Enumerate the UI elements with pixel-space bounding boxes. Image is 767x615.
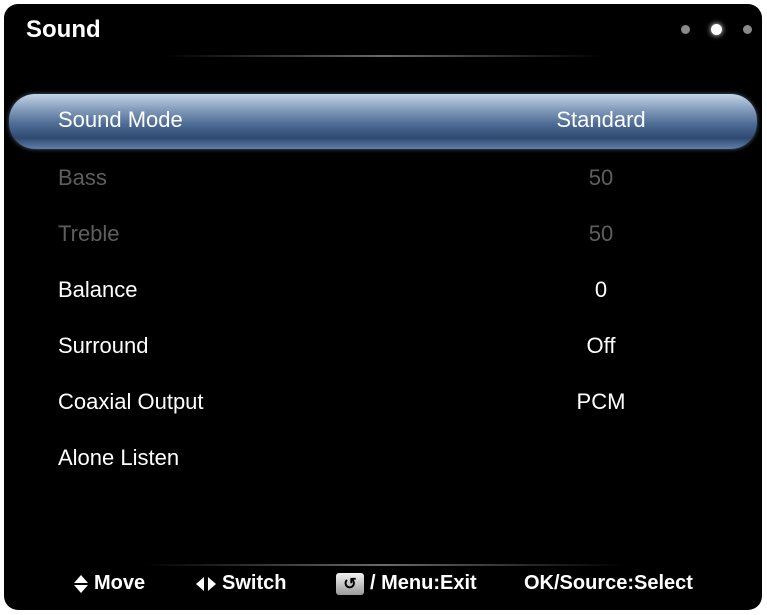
page-dot	[743, 25, 752, 34]
menu-item-label: Coaxial Output	[58, 389, 204, 414]
menu-item-value: 0	[594, 277, 608, 302]
title-divider	[164, 55, 604, 57]
menu-item-value: Off	[586, 333, 616, 358]
hint-select-label: OK/Source:Select	[524, 572, 693, 594]
hint-select: OK/Source:Select	[524, 572, 693, 595]
menu-item-label: Balance	[58, 277, 138, 302]
menu-item-value: PCM	[576, 389, 626, 414]
page-dot-active	[711, 24, 722, 35]
menu-item-label: Bass	[58, 165, 107, 190]
page-indicator	[681, 24, 752, 35]
menu-item-label: Sound Mode	[58, 107, 183, 132]
hint-switch-label: Switch	[222, 572, 287, 594]
return-icon: ↺	[336, 572, 364, 595]
left-right-arrows-icon	[196, 576, 216, 591]
menu-item-bass: Bass 50	[4, 151, 762, 207]
page-dot	[681, 25, 690, 34]
hint-move-label: Move	[94, 572, 146, 594]
menu-item-value: 50	[588, 165, 614, 190]
menu-item-label: Alone Listen	[58, 445, 180, 470]
menu-item-coaxial-output[interactable]: Coaxial Output PCM	[4, 375, 762, 431]
menu-item-value: 50	[588, 221, 614, 246]
menu-item-balance[interactable]: Balance 0	[4, 263, 762, 319]
footer-divider	[144, 564, 624, 566]
hint-move: Move	[74, 572, 145, 595]
hint-switch: Switch	[196, 572, 286, 595]
menu-item-treble: Treble 50	[4, 207, 762, 263]
menu-item-alone-listen[interactable]: Alone Listen	[4, 431, 762, 487]
menu-item-surround[interactable]: Surround Off	[4, 319, 762, 375]
up-down-arrows-icon	[74, 574, 88, 594]
menu-item-label: Surround	[58, 333, 149, 358]
menu-item-sound-mode[interactable]: Sound Mode Standard	[9, 94, 757, 149]
key-hint-bar: Move Switch ↺ / Menu:Exit OK/Source:Sele…	[4, 564, 762, 604]
hint-exit-label: / Menu:Exit	[370, 572, 477, 594]
menu-item-label: Treble	[58, 221, 120, 246]
sound-menu-panel: Sound Sound Mode Standard Bass 50 Treble…	[4, 4, 762, 610]
menu-title: Sound	[26, 16, 101, 43]
hint-exit: ↺ / Menu:Exit	[336, 572, 477, 595]
menu-item-value: Standard	[556, 107, 646, 132]
